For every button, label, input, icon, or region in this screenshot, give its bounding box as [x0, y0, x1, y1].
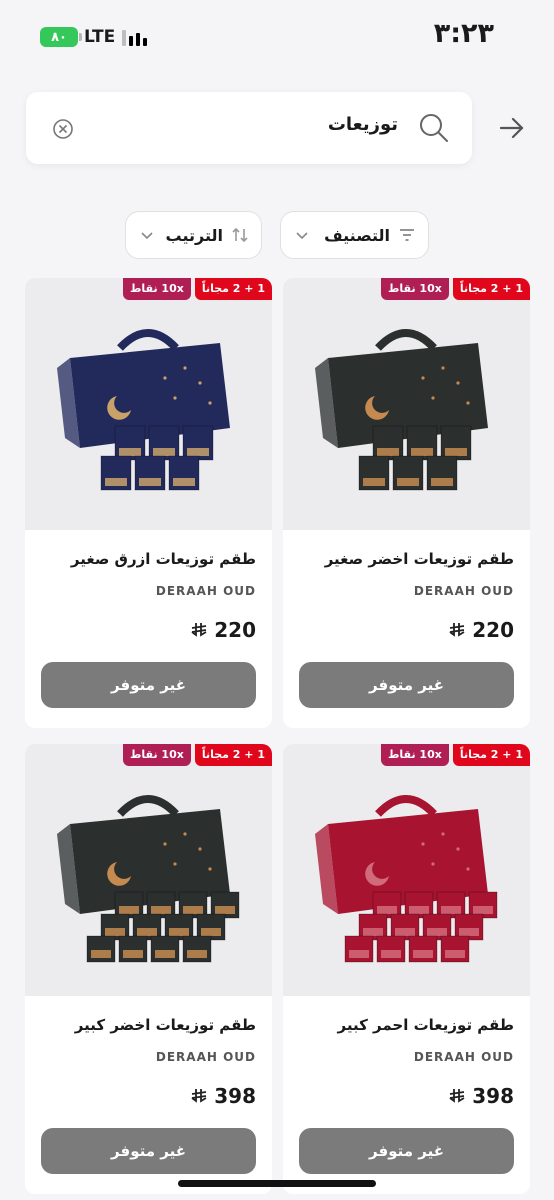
battery-icon: ٨٠: [40, 27, 82, 47]
riyal-icon: [191, 1089, 207, 1103]
riyal-icon: [449, 623, 465, 637]
product-image[interactable]: 1 + 2 مجاناً 10x نقاط: [25, 744, 272, 996]
out-of-stock-button[interactable]: غير متوفر: [41, 662, 256, 708]
riyal-icon: [449, 1089, 465, 1103]
product-card[interactable]: 1 + 2 مجاناً 10x نقاط طقم توزيعات اخضر ك…: [25, 744, 272, 1194]
product-image[interactable]: 1 + 2 مجاناً 10x نقاط: [25, 278, 272, 530]
riyal-icon: [191, 623, 207, 637]
search-input[interactable]: توزيعات: [26, 92, 472, 164]
free-offer-badge: 1 + 2 مجاناً: [452, 278, 530, 300]
out-of-stock-button[interactable]: غير متوفر: [299, 1128, 514, 1174]
price-value: 220: [472, 618, 514, 642]
badges: 1 + 2 مجاناً 10x نقاط: [380, 744, 530, 766]
category-filter-label: التصنيف: [324, 225, 390, 245]
chevron-down-icon: [141, 232, 153, 240]
price-value: 398: [214, 1084, 256, 1108]
network-type: LTE: [84, 27, 116, 47]
free-offer-badge: 1 + 2 مجاناً: [194, 278, 272, 300]
points-badge: 10x نقاط: [380, 278, 449, 300]
product-image[interactable]: 1 + 2 مجاناً 10x نقاط: [283, 278, 530, 530]
search-query: توزيعات: [327, 114, 398, 135]
product-name[interactable]: طقم توزيعات اخضر كبير: [75, 1016, 256, 1034]
free-offer-badge: 1 + 2 مجاناً: [452, 744, 530, 766]
points-badge: 10x نقاط: [122, 278, 191, 300]
product-card[interactable]: 1 + 2 مجاناً 10x نقاط طقم توزيعات ازرق ص…: [25, 278, 272, 728]
sort-icon: [232, 227, 248, 243]
product-price: 398: [448, 1084, 514, 1108]
badges: 1 + 2 مجاناً 10x نقاط: [122, 744, 272, 766]
product-brand: DERAAH OUD: [155, 584, 256, 598]
sort-button[interactable]: الترتيب: [125, 211, 262, 259]
product-price: 398: [190, 1084, 256, 1108]
price-value: 220: [214, 618, 256, 642]
gift-box-image: [57, 795, 240, 963]
search-row: توزيعات: [0, 92, 554, 166]
home-indicator: [178, 1180, 376, 1187]
gift-box-image: [57, 329, 230, 491]
product-name[interactable]: طقم توزيعات اخضر صغير: [325, 550, 514, 568]
badges: 1 + 2 مجاناً 10x نقاط: [380, 278, 530, 300]
product-price: 220: [190, 618, 256, 642]
gift-box-image: [315, 795, 498, 963]
product-name[interactable]: طقم توزيعات احمر كبير: [338, 1016, 514, 1034]
back-arrow-icon[interactable]: [498, 114, 526, 142]
status-time: ٣:٢٣: [433, 18, 494, 49]
product-image[interactable]: 1 + 2 مجاناً 10x نقاط: [283, 744, 530, 996]
out-of-stock-button[interactable]: غير متوفر: [299, 662, 514, 708]
product-name[interactable]: طقم توزيعات ازرق صغير: [71, 550, 256, 568]
filter-icon: [400, 229, 414, 241]
free-offer-badge: 1 + 2 مجاناً: [194, 744, 272, 766]
price-value: 398: [472, 1084, 514, 1108]
product-brand: DERAAH OUD: [413, 1050, 514, 1064]
signal-icon: [122, 28, 150, 46]
search-icon: [420, 114, 448, 142]
product-card[interactable]: 1 + 2 مجاناً 10x نقاط طقم توزيعات اخضر ص…: [283, 278, 530, 728]
product-price: 220: [448, 618, 514, 642]
out-of-stock-button[interactable]: غير متوفر: [41, 1128, 256, 1174]
product-brand: DERAAH OUD: [155, 1050, 256, 1064]
sort-label: الترتيب: [165, 225, 223, 245]
clear-icon[interactable]: [52, 118, 74, 140]
gift-box-image: [315, 329, 488, 491]
category-filter-button[interactable]: التصنيف: [280, 211, 429, 259]
chevron-down-icon: [296, 232, 308, 240]
product-brand: DERAAH OUD: [413, 584, 514, 598]
points-badge: 10x نقاط: [122, 744, 191, 766]
points-badge: 10x نقاط: [380, 744, 449, 766]
badges: 1 + 2 مجاناً 10x نقاط: [122, 278, 272, 300]
status-bar: ٣:٢٣ ٨٠ LTE: [0, 0, 554, 74]
product-card[interactable]: 1 + 2 مجاناً 10x نقاط طقم توزيعات احمر ك…: [283, 744, 530, 1194]
battery-level: ٨٠: [51, 29, 67, 45]
filter-row: التصنيف الترتيب: [0, 211, 554, 259]
